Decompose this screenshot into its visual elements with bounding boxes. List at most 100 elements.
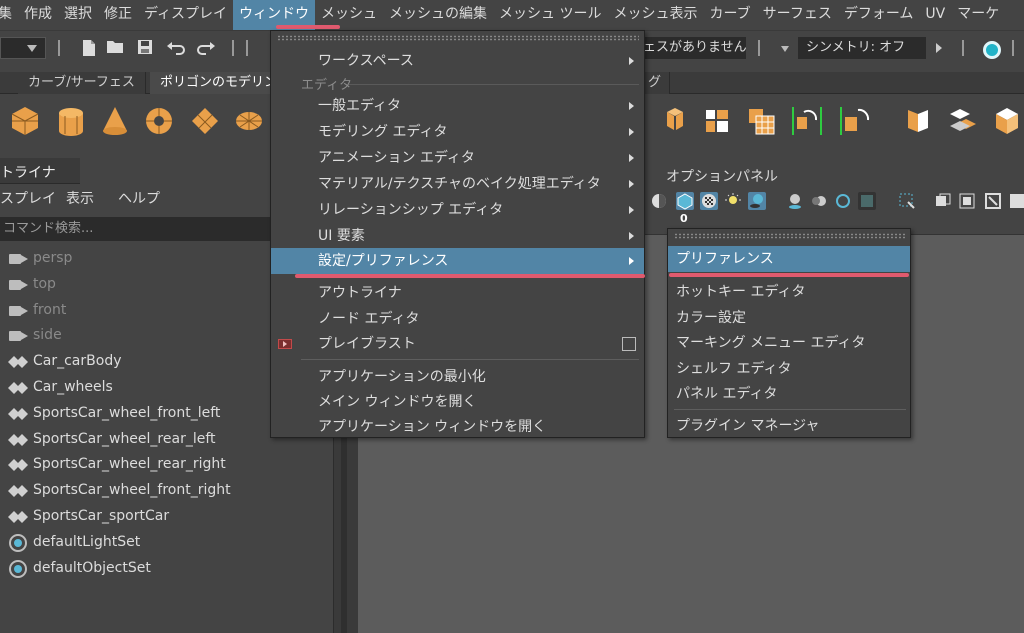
xray-icon[interactable]	[934, 192, 952, 210]
redo-icon[interactable]	[196, 39, 215, 57]
option-box-icon[interactable]	[622, 337, 636, 351]
menu-item-modeling-editors[interactable]: モデリング エディタ	[271, 119, 644, 145]
shadows-icon[interactable]	[748, 192, 766, 210]
ambient-occlusion-icon[interactable]	[786, 192, 804, 210]
new-scene-icon[interactable]	[80, 39, 98, 57]
list-item-label: SportsCar_wheel_rear_left	[33, 430, 216, 447]
poly-disc-icon[interactable]	[232, 104, 266, 138]
menu-item-workspace[interactable]: ワークスペース	[271, 48, 644, 74]
menu-item-material-editors[interactable]: マテリアル/テクスチャのベイク処理エディタ	[271, 171, 644, 197]
extract-icon[interactable]	[658, 104, 692, 138]
menu-surfaces[interactable]: サーフェス	[757, 0, 838, 30]
textured-icon[interactable]	[700, 192, 718, 210]
menu-curves[interactable]: カーブ	[703, 0, 756, 30]
live-surface-icon[interactable]	[983, 41, 1001, 59]
menuset-dropdown[interactable]	[0, 37, 46, 59]
grid-toggle-icon[interactable]	[1008, 192, 1024, 210]
selection-status-field[interactable]: ェスがありません	[640, 37, 746, 59]
menu-display[interactable]: ディスプレイ	[138, 0, 233, 30]
menu-item-color-settings[interactable]: カラー設定	[668, 305, 910, 331]
poly-sphere-icon[interactable]	[8, 104, 42, 138]
menu-item-label: ノード エディタ	[318, 311, 420, 327]
viewport-menu-panels[interactable]: パネル	[736, 166, 778, 186]
lighting-icon[interactable]	[724, 192, 742, 210]
poly-plane-icon[interactable]	[188, 104, 222, 138]
menu-deform[interactable]: デフォーム	[838, 0, 920, 30]
xray-joints-icon[interactable]	[958, 192, 976, 210]
bridge-icon[interactable]	[946, 104, 980, 138]
list-item-label: SportsCar_sportCar	[33, 507, 170, 524]
menu-item-outliner[interactable]: アウトライナ	[271, 280, 644, 306]
separate-icon[interactable]	[700, 104, 734, 138]
smooth-icon[interactable]	[838, 104, 872, 138]
menu-marking-partial[interactable]: マーケ	[951, 0, 1005, 30]
viewport-menu-options[interactable]: オプション	[666, 166, 736, 186]
menu-item-animation-editors[interactable]: アニメーション エディタ	[271, 145, 644, 171]
list-item-label: defaultObjectSet	[33, 559, 151, 576]
symmetry-dropdown-icon[interactable]	[781, 46, 789, 52]
shading-icon[interactable]	[650, 192, 668, 210]
list-item[interactable]: SportsCar_wheel_front_right	[0, 478, 334, 504]
list-item[interactable]: SportsCar_sportCar	[0, 504, 334, 530]
poly-cone-icon[interactable]	[98, 104, 132, 138]
bevel-icon[interactable]	[900, 104, 934, 138]
menu-item-marking-menu-editor[interactable]: マーキング メニュー エディタ	[668, 330, 910, 356]
menu-item-hotkey-editor[interactable]: ホットキー エディタ	[668, 279, 910, 305]
menu-item-node-editor[interactable]: ノード エディタ	[271, 306, 644, 332]
transform-icon	[8, 381, 28, 394]
list-item[interactable]: defaultObjectSet	[0, 556, 334, 582]
undo-icon[interactable]	[166, 39, 185, 57]
menu-mesh-tools[interactable]: メッシュ ツール	[493, 0, 607, 30]
menu-item-label: アプリケーションの最小化	[318, 369, 486, 385]
list-item[interactable]: SportsCar_wheel_rear_right	[0, 452, 334, 478]
save-scene-icon[interactable]	[136, 39, 154, 57]
extrude-icon[interactable]	[990, 104, 1024, 138]
menu-item-open-main-window[interactable]: メイン ウィンドウを開く	[271, 389, 644, 415]
tearoff-handle[interactable]	[674, 233, 906, 239]
menu-item-minimize-app[interactable]: アプリケーションの最小化	[271, 364, 644, 390]
outliner-menu-help[interactable]: ヘルプ	[118, 188, 160, 208]
tearoff-handle[interactable]	[277, 35, 639, 41]
menu-mesh-display[interactable]: メッシュ表示	[607, 0, 703, 30]
transform-icon	[8, 510, 28, 523]
motion-blur-icon[interactable]	[810, 192, 828, 210]
wireframe-on-shaded-icon[interactable]	[676, 192, 694, 210]
menu-item-playblast[interactable]: プレイブラスト	[271, 331, 644, 357]
menu-item-panel-editor[interactable]: パネル エディタ	[668, 381, 910, 407]
menu-item-plugin-manager[interactable]: プラグイン マネージャ	[668, 413, 910, 439]
isolate-select-icon[interactable]	[898, 192, 916, 210]
depth-of-field-icon[interactable]	[858, 192, 876, 210]
menu-item-ui-elements[interactable]: UI 要素	[271, 223, 644, 249]
poly-cylinder-icon[interactable]	[54, 104, 88, 138]
menu-edit-mesh[interactable]: メッシュの編集	[383, 0, 493, 30]
menu-item-label: プレイブラスト	[318, 336, 416, 352]
outliner-menu-show[interactable]: 表示	[66, 188, 94, 208]
divider	[1012, 40, 1014, 56]
menu-item-label: モデリング エディタ	[318, 124, 448, 140]
menu-item-open-app-window[interactable]: アプリケーション ウィンドウを開く	[271, 414, 644, 440]
menu-item-label: リレーションシップ エディタ	[318, 202, 504, 218]
menu-item-settings-preferences[interactable]: 設定/プリファレンス	[271, 248, 644, 274]
menu-create[interactable]: 作成	[18, 0, 58, 30]
menu-item-general-editors[interactable]: 一般エディタ	[271, 93, 644, 119]
xray-components-icon[interactable]	[984, 192, 1002, 210]
outliner-menu-display[interactable]: スプレイ	[0, 188, 56, 208]
menu-item-shelf-editor[interactable]: シェルフ エディタ	[668, 356, 910, 382]
shelf-tab-curves-surfaces[interactable]: カーブ/サーフェス	[18, 72, 146, 94]
menu-edit-partial[interactable]: 集	[0, 0, 18, 30]
symmetry-dropdown[interactable]: シンメトリ: オフ	[798, 37, 926, 59]
chevron-down-icon	[27, 45, 37, 52]
menu-select[interactable]: 選択	[58, 0, 98, 30]
list-item-label: Car_wheels	[33, 378, 113, 395]
menu-item-relationship-editors[interactable]: リレーションシップ エディタ	[271, 197, 644, 223]
menu-modify[interactable]: 修正	[98, 0, 138, 30]
expand-arrow-icon[interactable]	[936, 43, 942, 53]
list-item[interactable]: defaultLightSet	[0, 530, 334, 556]
menu-item-preferences[interactable]: プリファレンス	[668, 246, 910, 272]
mirror-icon[interactable]	[790, 104, 824, 138]
combine-icon[interactable]	[744, 104, 778, 138]
open-scene-icon[interactable]	[106, 39, 124, 57]
menu-uv[interactable]: UV	[919, 0, 951, 30]
antialias-icon[interactable]	[834, 192, 852, 210]
poly-torus-icon[interactable]	[142, 104, 176, 138]
